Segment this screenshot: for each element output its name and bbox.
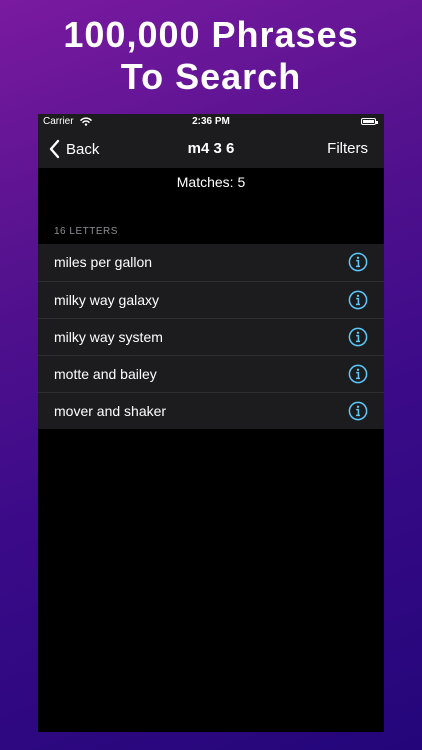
list-item-label: milky way system — [54, 329, 163, 345]
matches-count: Matches: 5 — [176, 174, 246, 190]
section-header: 16 LETTERS — [54, 226, 118, 237]
results-list: miles per gallon milky way galaxy milky … — [38, 244, 384, 429]
list-item[interactable]: milky way system — [38, 318, 384, 355]
list-item-label: miles per gallon — [54, 254, 153, 270]
status-time: 2:36 PM — [192, 116, 230, 127]
promo-headline-line-2: To Search — [120, 56, 302, 97]
filters-button[interactable]: Filters — [327, 130, 368, 168]
info-icon[interactable] — [348, 327, 368, 347]
promo-headline: 100,000 Phrases To Search — [0, 14, 422, 98]
battery-icon — [361, 118, 378, 125]
status-bar: Carrier 2:36 PM — [38, 114, 384, 130]
list-item[interactable]: milky way galaxy — [38, 281, 384, 318]
back-button-label: Back — [66, 140, 100, 158]
list-item-label: milky way galaxy — [54, 292, 160, 308]
list-item-label: mover and shaker — [54, 403, 167, 419]
chevron-left-icon — [49, 139, 60, 159]
list-item[interactable]: miles per gallon — [38, 244, 384, 281]
info-icon[interactable] — [348, 401, 368, 421]
info-icon[interactable] — [348, 252, 368, 272]
info-icon[interactable] — [348, 290, 368, 310]
list-item-label: motte and bailey — [54, 366, 157, 382]
list-item[interactable]: mover and shaker — [38, 392, 384, 429]
list-item[interactable]: motte and bailey — [38, 355, 384, 392]
promo-headline-line-1: 100,000 Phrases — [63, 14, 359, 55]
back-button[interactable]: Back — [48, 130, 99, 168]
phone-screen: Carrier 2:36 PM Back m4 3 6 Filters Matc… — [38, 114, 384, 732]
navigation-bar: Back m4 3 6 Filters — [38, 130, 384, 168]
info-icon[interactable] — [348, 364, 368, 384]
